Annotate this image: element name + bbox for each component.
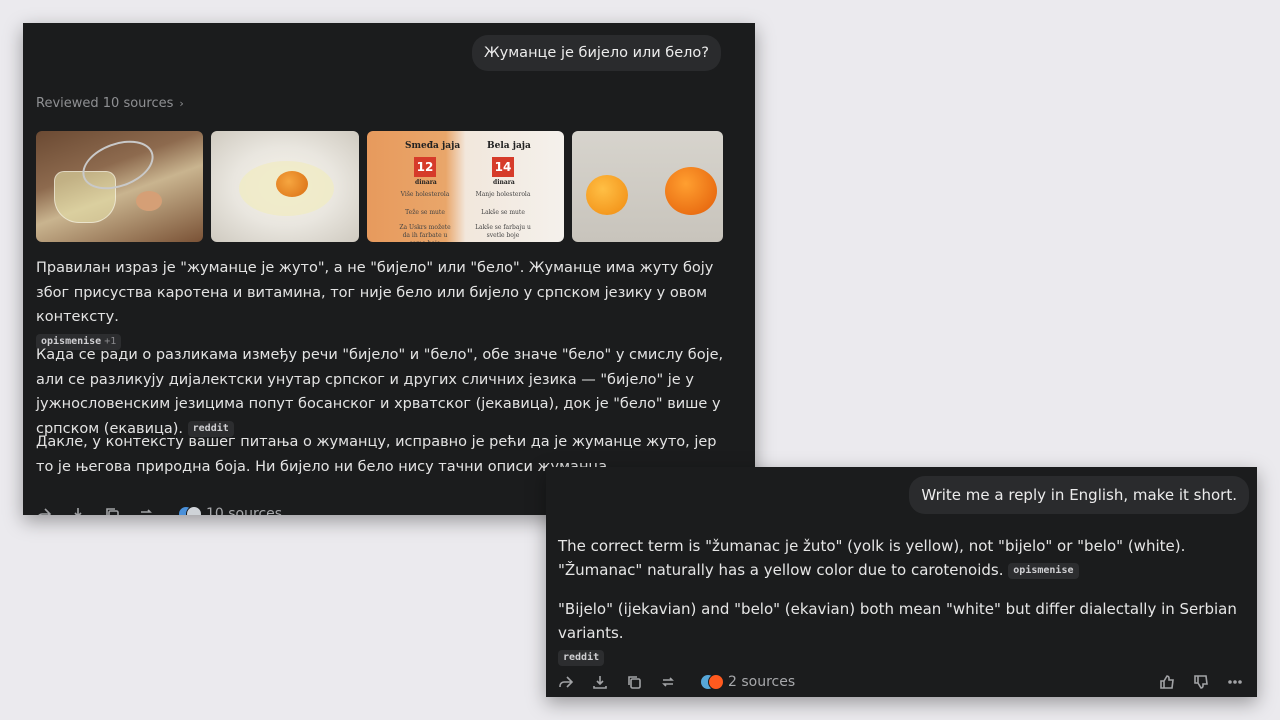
source-favicons [700,674,724,690]
citation-chip[interactable]: opismenise [1008,562,1079,579]
sources-count-label: 2 sources [728,674,796,690]
answer-paragraph-1: Правилан израз је "жуманце је жуто", а н… [36,256,736,354]
answer-paragraph-2-text: Када се ради о разликама између речи "би… [36,347,724,437]
brown-eggs-heading: Smeđa jaja [405,141,461,151]
reviewed-sources-label: Reviewed 10 sources [36,96,174,111]
answer-paragraph-1-text: Правилан израз је "жуманце је жуто", а н… [36,260,714,325]
citation-chip[interactable]: reddit [558,649,605,666]
white-eggs-currency: dinara [493,179,515,186]
brown-eggs-fact-3: Za Uskrs možete da ih farbate u samo boj… [399,224,451,242]
brown-eggs-fact-1: Više holesterola [400,191,450,198]
answer-paragraph-2: Када се ради о разликама између речи "би… [36,343,736,441]
user-message-bubble: Write me a reply in English, make it sho… [909,476,1249,514]
brown-eggs-currency: dinara [415,179,437,186]
answer-paragraph-1: The correct term is "žumanac je žuto" (y… [558,534,1238,582]
white-eggs-price: 14 [492,157,514,177]
regenerate-icon[interactable] [138,506,154,515]
brown-eggs-fact-2: Teže se mute [405,209,445,216]
share-icon[interactable] [558,674,574,690]
white-eggs-heading: Bela jaja [487,141,531,151]
source-favicon [186,506,202,515]
more-icon[interactable] [1227,674,1243,690]
source-favicons [178,506,202,515]
response-actions: 2 sources [558,674,795,690]
copy-icon[interactable] [626,674,642,690]
share-icon[interactable] [36,506,52,515]
download-icon[interactable] [70,506,86,515]
response-actions: 10 sources [36,506,282,515]
yolk-left-shape [586,175,628,215]
white-eggs-fact-1: Manje holesterola [475,191,531,198]
sources-button[interactable]: 2 sources [700,674,795,690]
image-gallery: Smeđa jaja 12 dinara Više holesterola Te… [36,131,723,242]
brown-eggs-price: 12 [414,157,436,177]
white-eggs-fact-2: Lakše se mute [481,209,525,216]
answer-paragraph-2-text: "Bijelo" (ijekavian) and "belo" (ekavian… [558,600,1237,642]
regenerate-icon[interactable] [660,674,676,690]
download-icon[interactable] [592,674,608,690]
sources-count-label: 10 sources [206,506,283,515]
answer-paragraph-1-text: The correct term is "žumanac je žuto" (y… [558,537,1186,579]
source-favicon-reddit [708,674,724,690]
image-whisk-egg-whites[interactable] [36,131,203,242]
image-two-yolks[interactable] [572,131,723,242]
yolk-right-shape [665,167,717,215]
eggshell-shape [136,191,162,211]
white-eggs-fact-3: Lakše se farbaju u svetle boje [475,224,531,239]
image-egg-on-plate[interactable] [211,131,359,242]
thumbs-down-icon[interactable] [1193,674,1209,690]
user-message-bubble: Жуманце је бијело или бело? [472,35,721,71]
yolk-shape [276,171,308,197]
thumbs-up-icon[interactable] [1159,674,1175,690]
answer-paragraph-2: "Bijelo" (ijekavian) and "belo" (ekavian… [558,597,1248,669]
feedback-actions [1159,674,1243,690]
image-egg-price-comparison[interactable]: Smeđa jaja 12 dinara Više holesterola Te… [367,131,564,242]
reviewed-sources-toggle[interactable]: Reviewed 10 sources › [36,96,184,111]
copy-icon[interactable] [104,506,120,515]
chat-panel-serbian: Жуманце је бијело или бело? Reviewed 10 … [23,23,755,515]
chat-panel-english: Write me a reply in English, make it sho… [546,467,1257,697]
chevron-right-icon: › [179,97,184,110]
citation-chip-label: opismenise [1013,564,1074,576]
sources-button[interactable]: 10 sources [178,506,282,515]
citation-chip-label: reddit [563,651,600,663]
